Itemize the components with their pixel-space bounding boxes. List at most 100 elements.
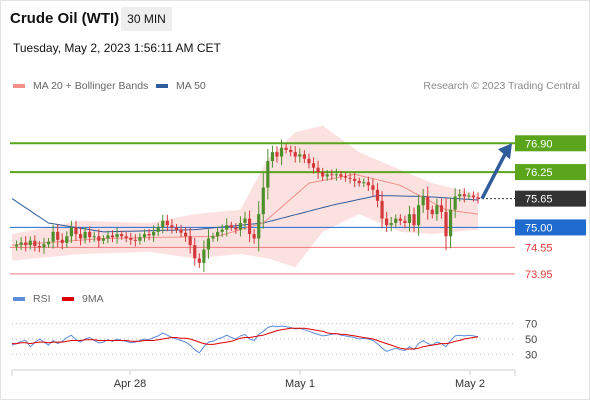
candle-body (92, 236, 96, 238)
candle-body (51, 231, 55, 242)
candle-body (444, 211, 448, 237)
support-label: 74.55 (525, 242, 553, 254)
candle-body (279, 147, 284, 157)
candle-body (24, 242, 28, 246)
candle-body (403, 220, 407, 223)
candle-body (348, 177, 352, 179)
candle-body (453, 196, 457, 210)
candle-body (462, 194, 466, 197)
candle-body (252, 234, 256, 239)
candle-body (394, 218, 398, 223)
candle-body (467, 195, 471, 197)
candle-body (261, 187, 265, 215)
9ma-swatch-icon (62, 297, 74, 301)
candle-body (385, 218, 389, 226)
candle-body (311, 163, 316, 168)
candle-body (60, 239, 64, 243)
candle-body (19, 242, 23, 245)
candle-body (115, 234, 119, 238)
legend-rsi: RSI (13, 293, 51, 305)
candle-body (170, 225, 174, 228)
candle-body (439, 205, 444, 212)
candle-body (412, 214, 416, 226)
current-price-label: 75.65 (525, 194, 553, 206)
candle-body (458, 194, 462, 197)
legend-ma50: MA 50 (156, 80, 206, 92)
candle-body (188, 236, 192, 246)
candle-body (398, 218, 402, 221)
candle-body (42, 244, 46, 248)
candle-body (74, 227, 78, 235)
rsi-panel: 70 50 30 (11, 319, 537, 361)
candle-body (101, 238, 105, 241)
chart-canvas: 76.90 76.25 75.65 75.00 74.55 73.95 Apr 28 May… (10, 125, 586, 390)
ma20-swatch-icon (13, 84, 25, 88)
rsi-tick-label: 70 (525, 319, 537, 331)
candle-body (275, 152, 279, 157)
candle-body (14, 244, 19, 247)
candle-body (152, 231, 156, 236)
x-tick-label: Apr 28 (114, 378, 146, 390)
x-tick-label: May 1 (285, 378, 315, 390)
candle-body (371, 185, 375, 190)
candle-body (106, 235, 110, 239)
candle-body (339, 174, 343, 177)
candle-body (206, 238, 211, 250)
candle-body (193, 245, 197, 259)
candle-body (33, 240, 37, 247)
candle-body (270, 152, 275, 161)
candle-body (129, 238, 133, 240)
candle-body (46, 241, 51, 245)
candle-body (215, 231, 220, 237)
candle-body (147, 234, 151, 236)
legend-9ma: 9MA (62, 293, 104, 305)
candle-body (165, 220, 169, 226)
candle-body (65, 236, 69, 243)
candle-body (334, 174, 338, 176)
candle-body (471, 195, 476, 198)
candle-body (83, 231, 87, 239)
candle-body (298, 154, 302, 157)
projection-layer (480, 143, 512, 200)
candle-body (88, 231, 92, 238)
candle-body (366, 182, 370, 186)
candle-body (97, 236, 101, 241)
legend-9ma-label: 9MA (82, 293, 104, 305)
rsi-swatch-icon (13, 297, 25, 301)
resistance-label: 76.90 (525, 138, 553, 150)
candle-body (284, 147, 288, 150)
timeframe-button[interactable]: 30 MIN (121, 7, 172, 31)
candle-body (435, 205, 439, 215)
instrument-title: Crude Oil (WTI) (10, 10, 120, 27)
candle-body (247, 218, 252, 235)
research-credit: Research © 2023 Trading Central (423, 80, 580, 92)
candle-body (156, 227, 160, 232)
candle-body (330, 174, 334, 176)
candle-body (28, 240, 32, 246)
candle-body (238, 223, 243, 230)
x-tick-label: May 2 (455, 378, 485, 390)
candle-body (138, 237, 142, 241)
candle-body (421, 196, 425, 206)
candle-body (426, 196, 430, 210)
candle-body (293, 152, 297, 157)
candle-body (302, 154, 306, 159)
candle-body (197, 258, 201, 263)
legend-rsi-label: RSI (33, 293, 51, 305)
candle-body (37, 246, 42, 248)
candle-body (120, 234, 124, 237)
candle-body (220, 229, 224, 232)
candle-body (353, 178, 357, 181)
candle-body (325, 174, 329, 177)
candle-body (202, 249, 206, 263)
candle-body (161, 220, 165, 228)
candle-body (380, 200, 384, 219)
candle-body (407, 214, 412, 223)
candle-body (266, 161, 270, 188)
candle-body (476, 197, 480, 199)
candle-body (229, 225, 233, 228)
candle-body (184, 232, 188, 237)
candle-body (362, 182, 366, 184)
candle-body (78, 234, 83, 239)
legend-ma20-label: MA 20 + Bollinger Bands (33, 80, 149, 92)
